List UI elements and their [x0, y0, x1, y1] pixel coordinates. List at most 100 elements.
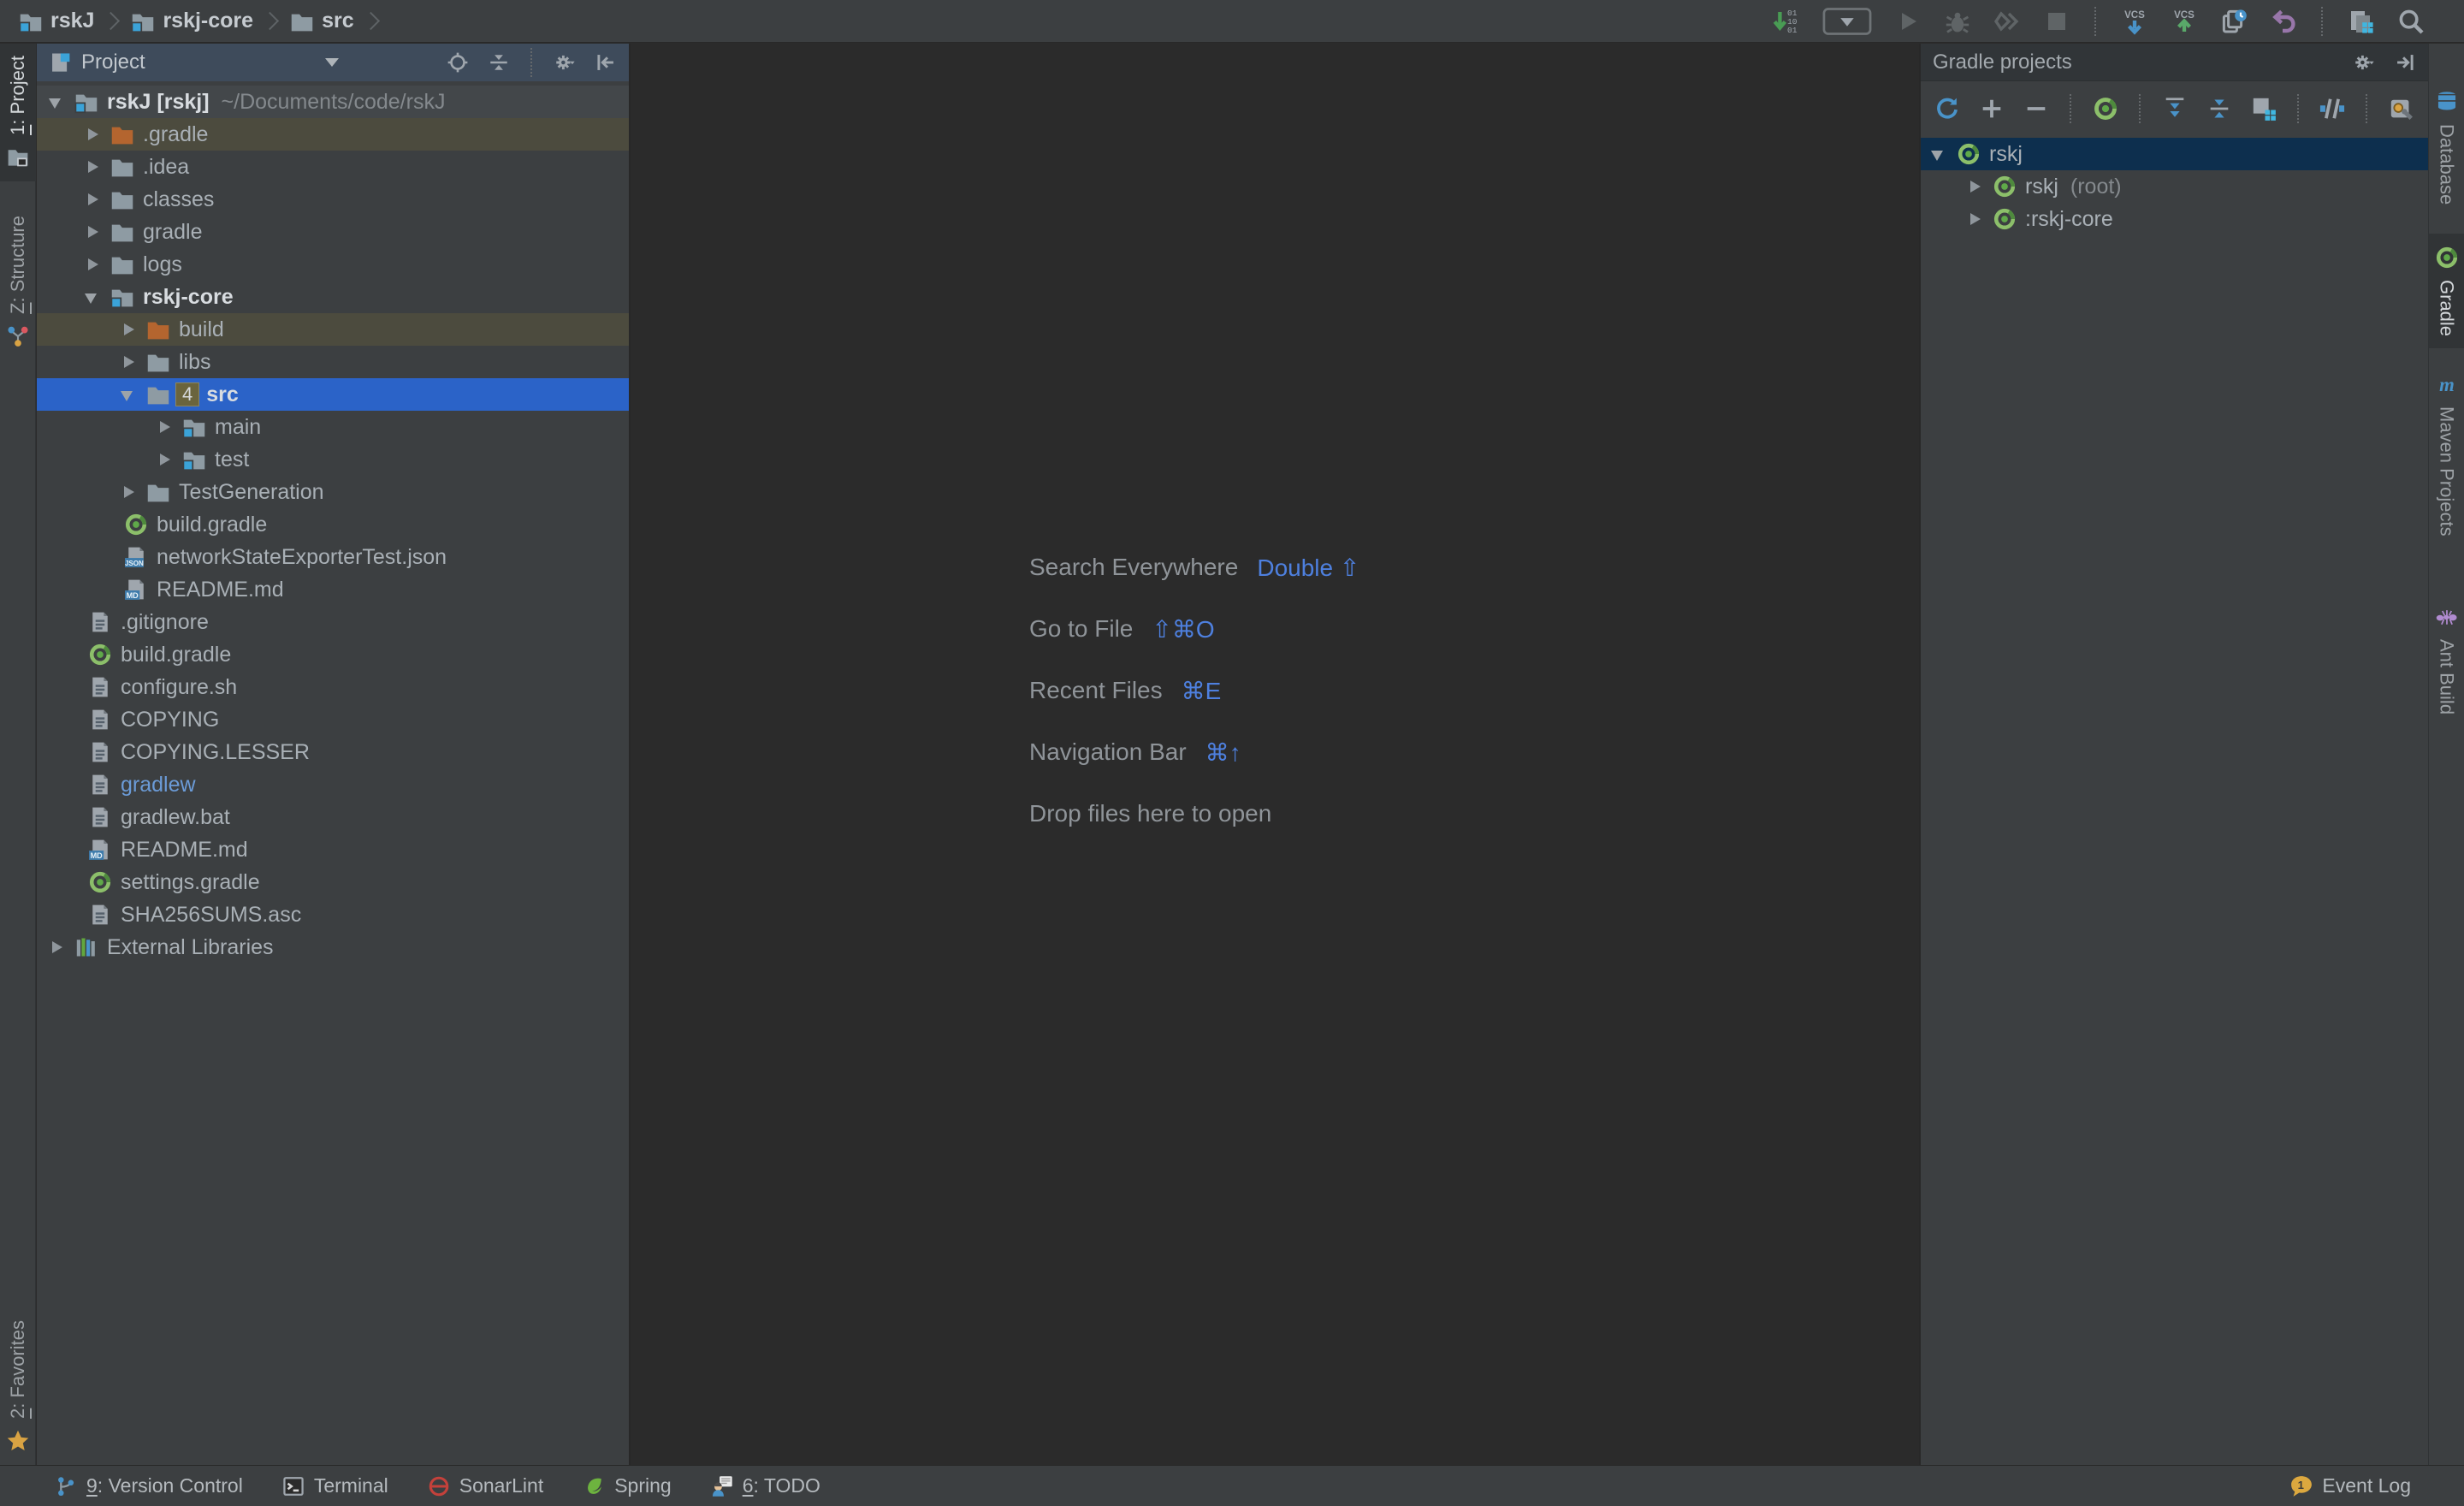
event-log-button[interactable]: 1 Event Log: [2289, 1474, 2464, 1498]
stripe-tab-gradle[interactable]: Gradle: [2429, 234, 2464, 348]
closed-expander-icon[interactable]: [1964, 175, 1986, 198]
open-expander-icon[interactable]: [45, 91, 68, 113]
stripe-tab--project[interactable]: 1: Project: [0, 44, 36, 181]
project-panel-header: Project: [37, 44, 629, 81]
stripe-tab--structure[interactable]: Z: Structure: [0, 204, 36, 360]
tree-item-label: rskj: [2025, 175, 2058, 199]
tree-row-rskj[interactable]: rskj(root): [1921, 170, 2428, 203]
open-expander-icon[interactable]: [1928, 143, 1950, 165]
tree-row-logs[interactable]: logs: [37, 248, 629, 281]
tree-row-sha256sums-asc[interactable]: SHA256SUMS.asc: [37, 898, 629, 931]
tree-row-build-gradle[interactable]: build.gradle: [37, 508, 629, 541]
breadcrumb-item-src[interactable]: src: [290, 9, 354, 33]
open-expander-icon[interactable]: [117, 383, 139, 406]
tree-row-readme-md[interactable]: MDREADME.md: [37, 573, 629, 606]
refresh-icon[interactable]: [1934, 96, 1960, 122]
closed-expander-icon[interactable]: [81, 253, 104, 276]
status-item--todo[interactable]: 6: TODO: [711, 1474, 820, 1497]
open-expander-icon[interactable]: [81, 286, 104, 308]
offline-icon[interactable]: [2319, 96, 2345, 122]
copy-structure-icon[interactable]: [2348, 8, 2375, 35]
tree-row-gradlew[interactable]: gradlew: [37, 768, 629, 801]
local-history-icon[interactable]: [2220, 8, 2248, 35]
project-panel-title[interactable]: Project: [81, 50, 145, 74]
hide-right-icon[interactable]: [2394, 51, 2416, 74]
tree-item-label: libs: [179, 350, 211, 375]
closed-expander-icon[interactable]: [153, 448, 175, 471]
collapse-all-blue-icon[interactable]: [2206, 96, 2232, 122]
add-icon[interactable]: [1979, 96, 2005, 122]
tree-row-gradlew-bat[interactable]: gradlew.bat: [37, 801, 629, 833]
vcs-commit-icon[interactable]: VCS: [2171, 8, 2198, 35]
stripe-tab-label: Maven Projects: [2436, 406, 2458, 537]
search-everywhere-icon[interactable]: [2397, 8, 2425, 35]
status-item-spring[interactable]: Spring: [583, 1474, 671, 1497]
tree-row-test[interactable]: test: [37, 443, 629, 476]
run-config-dropdown-icon[interactable]: [1822, 7, 1872, 36]
closed-expander-icon[interactable]: [81, 221, 104, 243]
expand-all-icon[interactable]: [2162, 96, 2188, 122]
closed-expander-icon[interactable]: [117, 318, 139, 341]
closed-expander-icon[interactable]: [1964, 208, 1986, 230]
coverage-icon[interactable]: [1993, 8, 2021, 35]
closed-expander-icon[interactable]: [117, 351, 139, 373]
tree-row--gitignore[interactable]: .gitignore: [37, 606, 629, 638]
status-item--version-control[interactable]: 9: Version Control: [55, 1474, 243, 1497]
run-icon[interactable]: [1894, 8, 1922, 35]
status-item-terminal[interactable]: Terminal: [282, 1474, 388, 1497]
debug-icon[interactable]: [1944, 8, 1971, 35]
stripe-tab-label: Z: Structure: [7, 216, 29, 314]
tree-row-build[interactable]: build: [37, 313, 629, 346]
rollback-icon[interactable]: [2270, 8, 2297, 35]
closed-expander-icon[interactable]: [81, 156, 104, 178]
closed-expander-icon[interactable]: [81, 188, 104, 210]
collapse-all-icon[interactable]: [488, 51, 510, 74]
closed-expander-icon[interactable]: [81, 123, 104, 145]
tree-row-external-libraries[interactable]: External Libraries: [37, 931, 629, 963]
tree-row--idea[interactable]: .idea: [37, 151, 629, 183]
breadcrumb-item-rskJ[interactable]: rskJ: [19, 9, 94, 33]
stripe-tab--favorites[interactable]: 2: Favorites: [0, 1308, 36, 1465]
locate-icon[interactable]: [447, 51, 469, 74]
tree-row-libs[interactable]: libs: [37, 346, 629, 378]
view-combo-arrow-icon[interactable]: [325, 58, 339, 67]
gradle-icon[interactable]: [2093, 96, 2118, 122]
status-bar: 9: Version Control Terminal SonarLint Sprin…: [0, 1465, 2464, 1506]
tree-row-rskj-rskj-[interactable]: rskJ [rskj]~/Documents/code/rskJ: [37, 86, 629, 118]
tree-row-configure-sh[interactable]: configure.sh: [37, 671, 629, 703]
stripe-tab-maven-projects[interactable]: mMaven Projects: [2429, 360, 2464, 548]
binary-download-icon[interactable]: 011001: [1773, 8, 1800, 35]
tree-row-src[interactable]: 4src: [37, 378, 629, 411]
settings-icon[interactable]: [554, 51, 576, 74]
tree-row-copying[interactable]: COPYING: [37, 703, 629, 736]
build-settings-icon[interactable]: [2389, 96, 2414, 122]
vcs-update-icon[interactable]: VCS: [2121, 8, 2148, 35]
tree-row-settings-gradle[interactable]: settings.gradle: [37, 866, 629, 898]
status-item-sonarlint[interactable]: SonarLint: [428, 1474, 543, 1497]
stop-icon[interactable]: [2043, 8, 2070, 35]
closed-expander-icon[interactable]: [45, 936, 68, 958]
tree-row-gradle[interactable]: gradle: [37, 216, 629, 248]
remove-icon[interactable]: [2023, 96, 2049, 122]
stripe-tab-database[interactable]: Database: [2429, 78, 2464, 216]
tree-row-classes[interactable]: classes: [37, 183, 629, 216]
breadcrumb-chevron-icon: [362, 12, 380, 30]
settings-icon[interactable]: [2353, 51, 2375, 74]
stripe-tab-ant-build[interactable]: Ant Build: [2429, 593, 2464, 726]
closed-expander-icon[interactable]: [153, 416, 175, 438]
ext-lib-icon: [74, 935, 98, 959]
tree-row-build-gradle[interactable]: build.gradle: [37, 638, 629, 671]
tree-row-rskj-core[interactable]: rskj-core: [37, 281, 629, 313]
breadcrumb-item-rskj-core[interactable]: rskj-core: [131, 9, 253, 33]
tree-row--rskj-core[interactable]: :rskj-core: [1921, 203, 2428, 235]
dependencies-icon[interactable]: [2251, 96, 2277, 122]
tree-row-copying-lesser[interactable]: COPYING.LESSER: [37, 736, 629, 768]
tree-row-testgeneration[interactable]: TestGeneration: [37, 476, 629, 508]
closed-expander-icon[interactable]: [117, 481, 139, 503]
tree-row-main[interactable]: main: [37, 411, 629, 443]
tree-row-rskj[interactable]: rskj: [1921, 138, 2428, 170]
tree-row-networkstateexportertest-json[interactable]: JSONnetworkStateExporterTest.json: [37, 541, 629, 573]
tree-row-readme-md[interactable]: MDREADME.md: [37, 833, 629, 866]
tree-row--gradle[interactable]: .gradle: [37, 118, 629, 151]
hide-left-icon[interactable]: [595, 51, 617, 74]
